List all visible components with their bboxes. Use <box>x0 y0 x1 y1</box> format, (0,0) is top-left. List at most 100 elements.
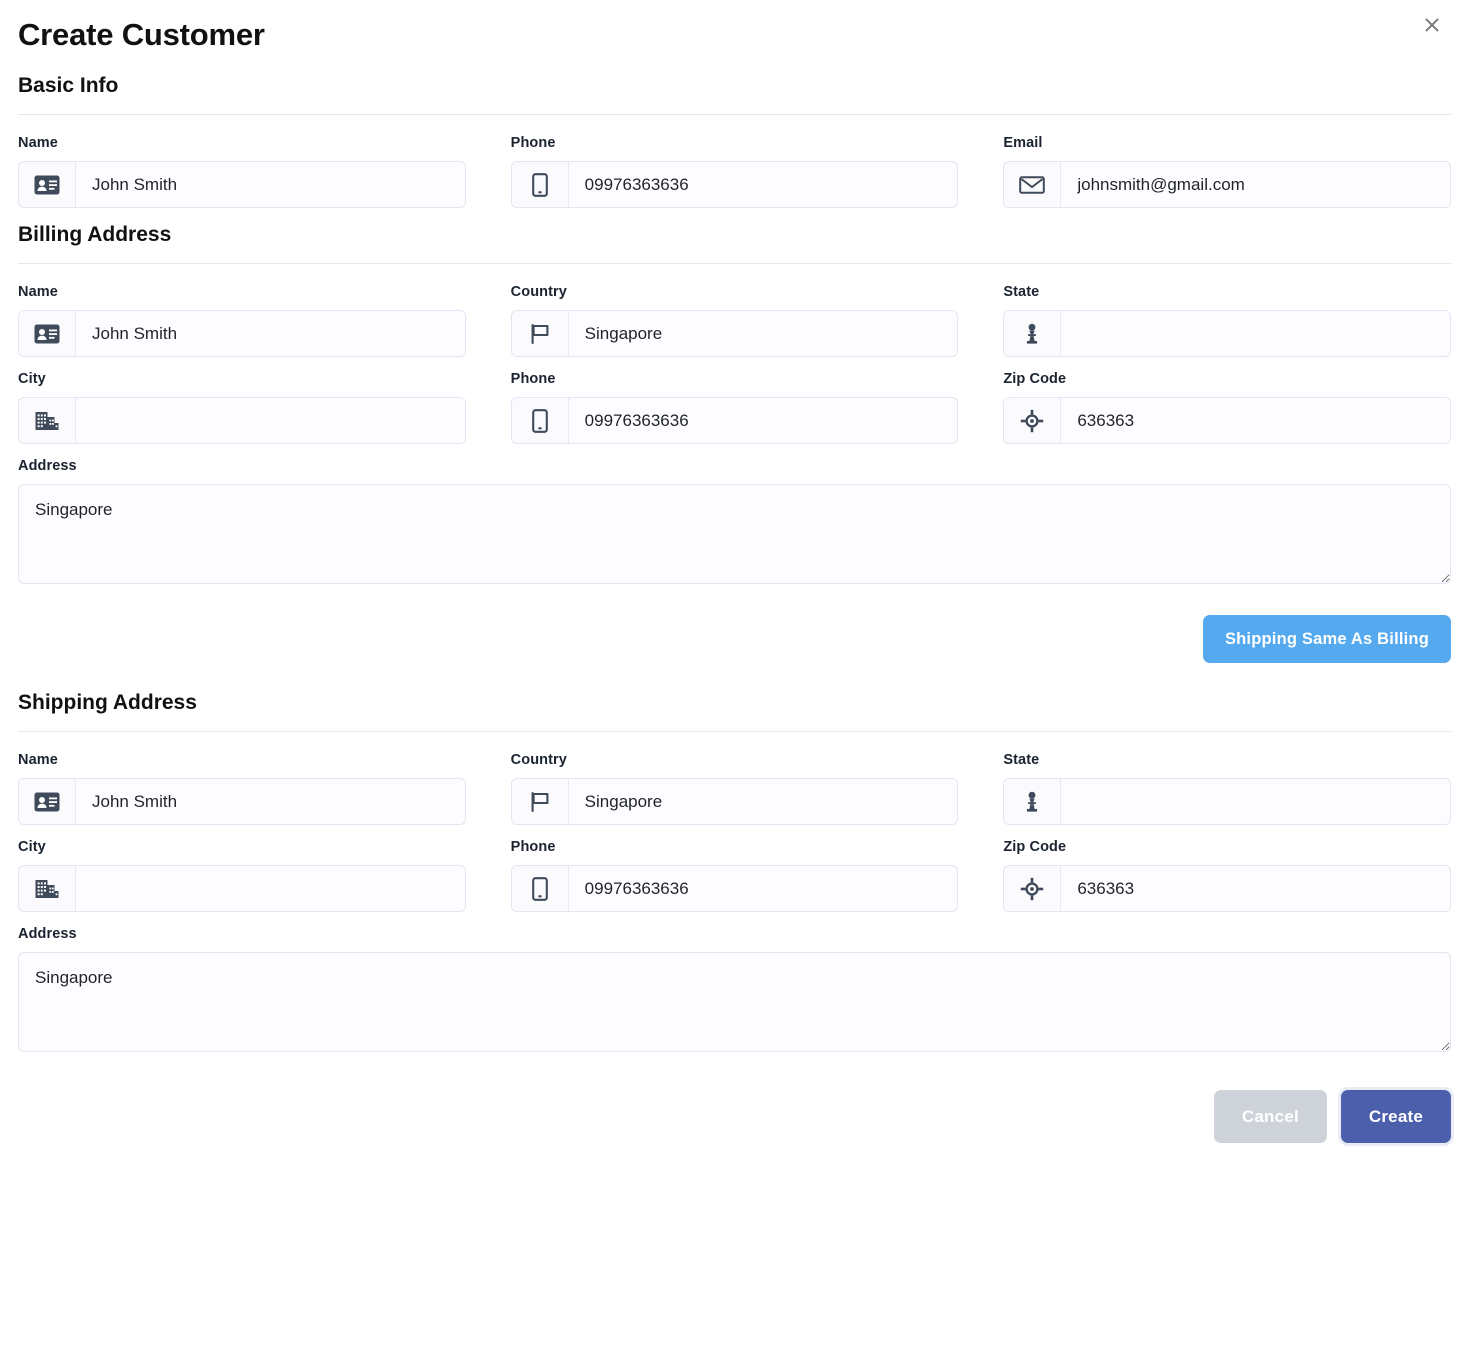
field-billing-name: Name <box>18 283 466 357</box>
page-title: Create Customer <box>18 17 265 52</box>
mobile-phone-icon <box>511 162 569 207</box>
input-shipping-city[interactable] <box>76 866 465 911</box>
field-shipping-state: State <box>1003 751 1452 825</box>
section-shipping-address: Shipping Address Name John Smith Country… <box>18 689 1452 1052</box>
field-shipping-country: Country <box>510 751 959 825</box>
section-title-shipping-address: Shipping Address <box>18 691 197 714</box>
field-billing-phone: Phone <box>510 370 959 444</box>
field-basic-phone: Phone <box>510 134 959 208</box>
section-title-billing-address: Billing Address <box>18 223 172 246</box>
copy-billing-row: Shipping Same As Billing <box>18 590 1451 689</box>
input-group-billing-phone[interactable] <box>510 397 959 444</box>
field-basic-name: Name <box>18 134 466 208</box>
input-shipping-name[interactable] <box>76 779 465 824</box>
input-billing-zip[interactable] <box>1061 398 1451 443</box>
mobile-phone-icon <box>511 866 569 911</box>
section-title-basic-info: Basic Info <box>18 74 119 97</box>
input-shipping-zip[interactable] <box>1061 866 1451 911</box>
billing-row-1: Name Count <box>18 283 1452 357</box>
dialog-header: Create Customer <box>18 0 1451 72</box>
label-billing-state: State <box>1003 284 1040 300</box>
input-group-shipping-state[interactable] <box>1003 778 1452 825</box>
divider <box>18 263 1451 264</box>
field-shipping-city: City <box>18 838 466 912</box>
label-shipping-phone: Phone <box>510 839 556 855</box>
create-customer-dialog: Create Customer Basic Info Name John Smi… <box>0 0 1469 1349</box>
label-billing-name: Name <box>18 284 58 300</box>
shipping-row-2: City Phone 09976363636 Zip Code 636363 <box>18 838 1452 912</box>
field-billing-city: City <box>18 370 466 444</box>
field-billing-zip: Zip Code <box>1003 370 1452 444</box>
label-shipping-name: Name <box>18 752 58 768</box>
close-x-glyph <box>1425 18 1439 32</box>
vcard-icon <box>19 311 76 356</box>
flag-icon <box>511 779 569 824</box>
vcard-icon <box>19 162 76 207</box>
input-billing-state[interactable] <box>1061 311 1451 356</box>
label-shipping-country: Country <box>510 752 567 768</box>
input-group-basic-phone[interactable] <box>510 161 959 208</box>
input-basic-name[interactable] <box>76 162 465 207</box>
input-group-billing-country[interactable] <box>510 310 959 357</box>
input-billing-address[interactable]: Singapore <box>18 484 1451 584</box>
flag-icon <box>511 311 569 356</box>
input-group-billing-name[interactable] <box>18 310 466 357</box>
label-shipping-city: City <box>18 839 46 855</box>
field-shipping-zip: Zip Code <box>1003 838 1452 912</box>
label-billing-zip: Zip Code <box>1003 371 1067 387</box>
label-billing-address: Address <box>18 458 77 474</box>
create-button[interactable]: Create <box>1340 1090 1451 1143</box>
section-billing-address: Billing Address Name John Smith Country … <box>18 221 1452 689</box>
field-basic-email: Email <box>1003 134 1452 208</box>
label-shipping-address: Address <box>18 926 77 942</box>
cancel-button[interactable]: Cancel <box>1213 1090 1327 1143</box>
input-group-shipping-name[interactable] <box>18 778 466 825</box>
section-basic-info: Basic Info Name John Smith Phone 0997636… <box>18 72 1452 208</box>
input-group-billing-state[interactable] <box>1003 310 1452 357</box>
buildings-icon <box>19 866 76 911</box>
label-billing-phone: Phone <box>510 371 556 387</box>
shipping-row-1: Name Count <box>18 751 1452 825</box>
input-billing-city[interactable] <box>76 398 465 443</box>
input-group-shipping-zip[interactable] <box>1003 865 1452 912</box>
label-basic-email: Email <box>1003 135 1043 151</box>
input-group-shipping-country[interactable] <box>510 778 959 825</box>
input-shipping-phone[interactable] <box>568 866 958 911</box>
dialog-footer: Cancel Create <box>18 1058 1451 1163</box>
input-billing-name[interactable] <box>76 311 465 356</box>
buildings-icon <box>19 398 76 443</box>
field-billing-country: Country <box>510 283 959 357</box>
input-shipping-country[interactable] <box>568 779 958 824</box>
label-shipping-state: State <box>1003 752 1040 768</box>
input-shipping-address[interactable]: Singapore <box>18 952 1451 1052</box>
input-group-billing-zip[interactable] <box>1003 397 1452 444</box>
close-icon[interactable] <box>1417 10 1447 40</box>
crosshair-icon <box>1004 866 1062 911</box>
field-shipping-phone: Phone <box>510 838 959 912</box>
input-group-billing-city[interactable] <box>18 397 466 444</box>
field-shipping-address: Address Singapore <box>18 925 1451 1052</box>
vcard-icon <box>19 779 76 824</box>
input-basic-email[interactable] <box>1061 162 1451 207</box>
input-group-shipping-city[interactable] <box>18 865 466 912</box>
shipping-same-as-billing-button[interactable]: Shipping Same As Billing <box>1202 615 1451 663</box>
basic-info-row-1: Name Phone <box>18 134 1452 208</box>
input-group-shipping-phone[interactable] <box>510 865 959 912</box>
label-billing-country: Country <box>510 284 567 300</box>
envelope-icon <box>1004 162 1062 207</box>
mobile-phone-icon <box>511 398 569 443</box>
billing-row-2: City Phone 09976363636 Zip Code 636363 <box>18 370 1452 444</box>
input-basic-phone[interactable] <box>568 162 958 207</box>
label-billing-city: City <box>18 371 46 387</box>
input-shipping-state[interactable] <box>1061 779 1451 824</box>
input-group-basic-email[interactable] <box>1003 161 1452 208</box>
field-billing-state: State <box>1003 283 1452 357</box>
divider <box>18 731 1451 732</box>
pawn-icon <box>1004 779 1062 824</box>
field-billing-address: Address Singapore <box>18 457 1451 584</box>
input-group-basic-name[interactable] <box>18 161 466 208</box>
label-basic-name: Name <box>18 135 58 151</box>
input-billing-country[interactable] <box>568 311 958 356</box>
crosshair-icon <box>1004 398 1062 443</box>
input-billing-phone[interactable] <box>568 398 958 443</box>
